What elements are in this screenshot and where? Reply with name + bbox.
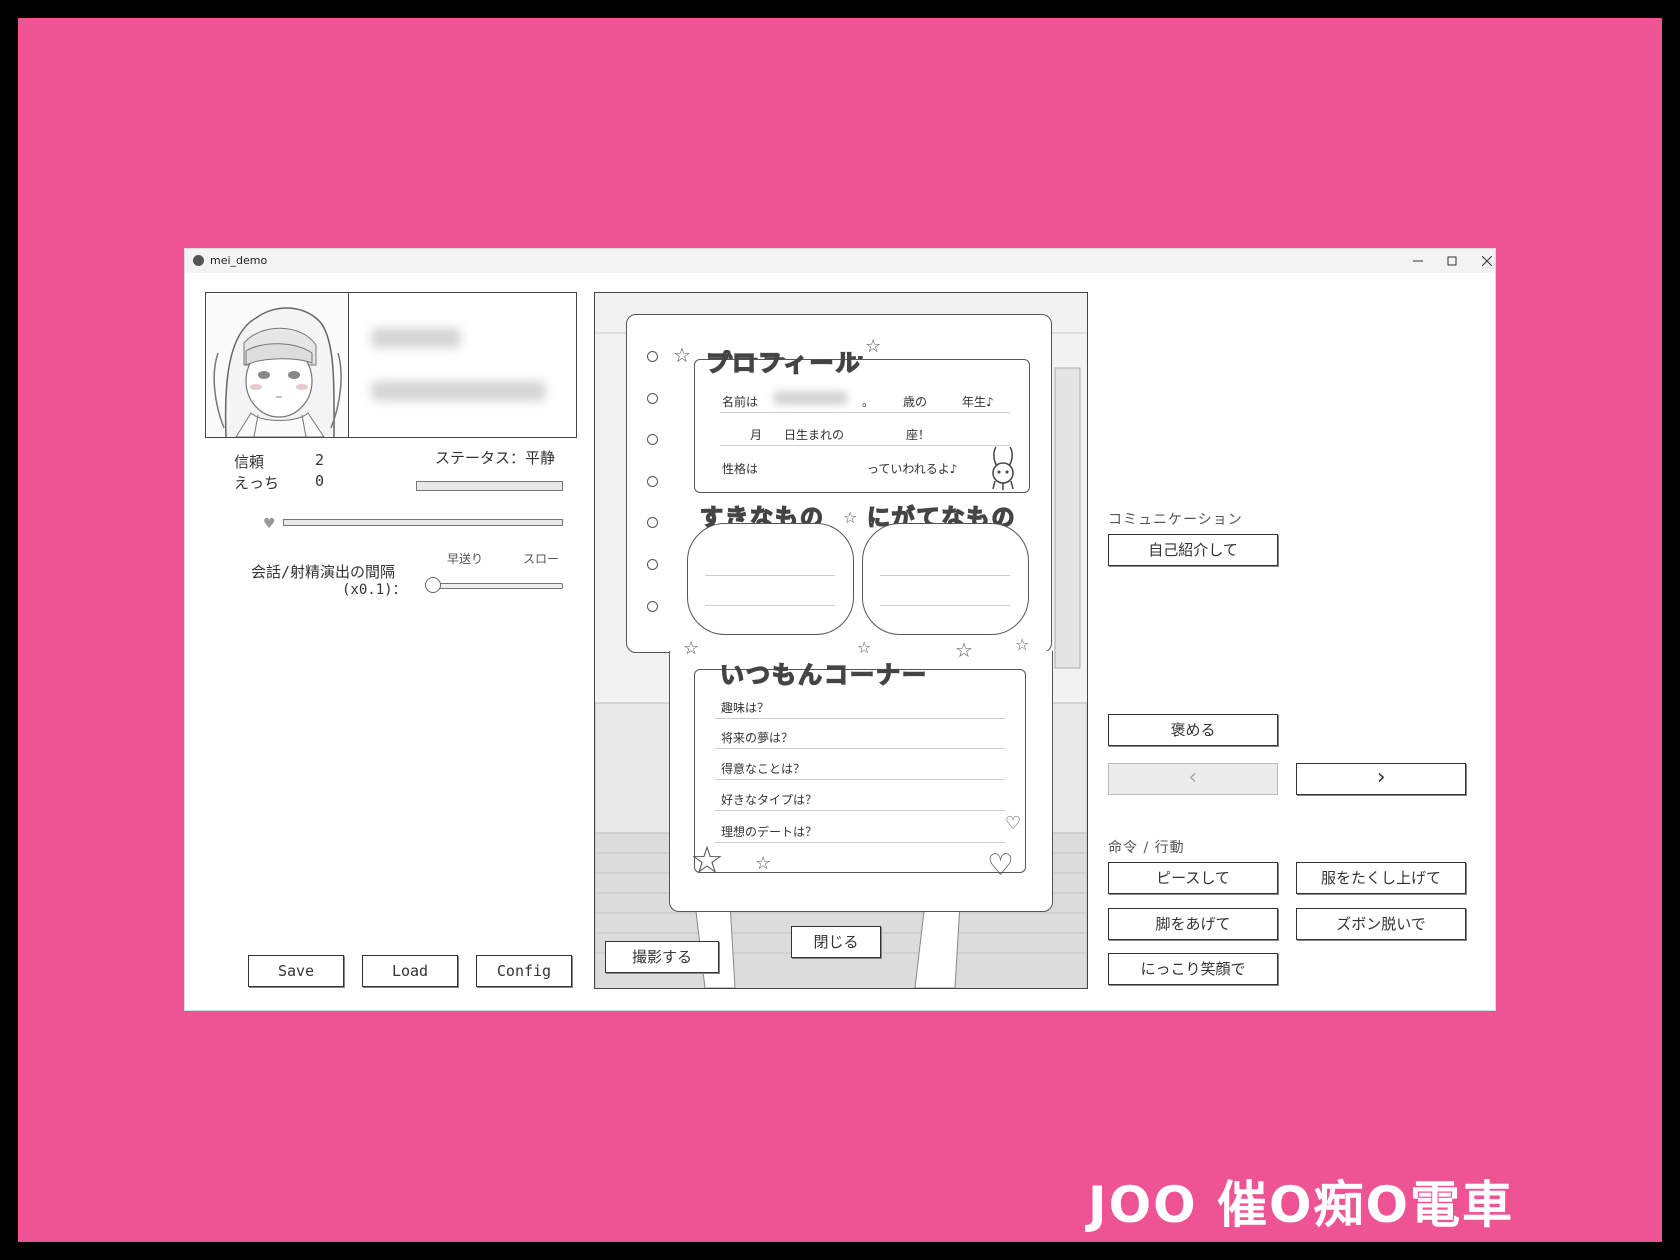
peace-button[interactable]: ピースして (1108, 862, 1278, 894)
heart-icon: ♡ (1005, 813, 1022, 834)
slow-label: スロー (523, 552, 560, 566)
star-icon: ☆ (1015, 635, 1030, 654)
likes-rule (705, 605, 835, 606)
command-label: 命令 / 行動 (1108, 840, 1185, 856)
binder-ring (647, 517, 658, 528)
fast-label: 早送り (447, 552, 484, 566)
name-label: 名前は (722, 395, 759, 409)
corner-rule (715, 718, 1005, 719)
self-intro-button[interactable]: 自己紹介して (1108, 534, 1278, 566)
sign-label: 座！ (906, 428, 931, 442)
heart-icon: ♡ (987, 848, 1014, 883)
profile-scene: プロフィール プロフィール 名前は 。 歳の 年生♪ 月 日生まれの 座！ 性格… (594, 292, 1088, 989)
profile-rule (720, 412, 1010, 413)
smile-button[interactable]: にっこり笑顔で (1108, 953, 1278, 985)
communication-label: コミュニケーション (1108, 512, 1243, 528)
dot: 。 (862, 395, 875, 409)
lift-clothes-button[interactable]: 服をたくし上げて (1296, 862, 1466, 894)
corner-rule (715, 748, 1005, 749)
star-icon: ☆ (755, 853, 772, 874)
trust-label: 信頼 (234, 453, 265, 471)
blurred-name-field (773, 391, 848, 405)
corner-title: いつもんコーナー (719, 660, 928, 690)
grade-label: 年生♪ (962, 395, 994, 409)
star-icon: ☆ (955, 638, 973, 662)
question-type: 好きなタイプは？ (721, 793, 818, 807)
question-hobby: 趣味は？ (721, 701, 770, 715)
next-page-button[interactable]: › (1296, 763, 1466, 795)
raise-legs-button[interactable]: 脚をあげて (1108, 908, 1278, 940)
affection-bar (283, 519, 563, 526)
corner-rule (715, 779, 1005, 780)
profile-title-text: プロフィール (705, 348, 862, 378)
bunny-icon (992, 446, 1014, 490)
promo-watermark: JOO 催O痴O電車 (1088, 1176, 1515, 1234)
star-icon: ☆ (843, 508, 858, 527)
character-card (205, 292, 577, 438)
month-label: 月 (750, 428, 763, 442)
remove-pants-button[interactable]: ズボン脱いで (1296, 908, 1466, 940)
close-icon (1481, 255, 1493, 266)
interval-slider-knob[interactable] (425, 577, 441, 593)
profile-rule (720, 445, 1010, 446)
star-icon: ☆ (865, 336, 882, 357)
praise-button[interactable]: 褒める (1108, 714, 1278, 746)
ecchi-value: 0 (315, 472, 325, 490)
age-label: 歳の (903, 395, 928, 409)
corner-rule (715, 810, 1005, 811)
config-button[interactable]: Config (476, 955, 572, 987)
prev-page-button[interactable]: ‹ (1108, 763, 1278, 795)
ecchi-label: えっち (234, 474, 280, 492)
status-bar (416, 481, 563, 491)
maximize-icon (1447, 256, 1457, 265)
title-bar: mei_demo (185, 249, 1495, 273)
binder-ring (647, 434, 658, 445)
question-date: 理想のデートは？ (721, 825, 818, 839)
likes-box (687, 523, 854, 635)
trust-value: 2 (315, 451, 325, 469)
character-portrait (206, 293, 349, 437)
binder-ring (647, 601, 658, 612)
status-text: ステータス：平静 (435, 449, 556, 467)
dislikes-rule (880, 605, 1010, 606)
corner-rule (715, 842, 1005, 843)
blurred-name (371, 328, 461, 348)
binder-ring (647, 351, 658, 362)
interval-slider[interactable] (429, 583, 563, 589)
likes-rule (705, 575, 835, 576)
binder-ring (647, 393, 658, 404)
minimize-button[interactable] (1399, 249, 1437, 273)
photo-button[interactable]: 撮影する (605, 941, 719, 973)
binder-ring (647, 476, 658, 487)
girl-portrait-image (213, 307, 342, 437)
birth-label: 日生まれの (784, 428, 845, 442)
game-content: 信頼 2 えっち 0 ステータス：平静 ♥ 早送り スロー 会話/射精演出の間隔… (185, 273, 1495, 1010)
heart-icon: ♥ (263, 516, 276, 532)
minimize-icon (1413, 260, 1423, 261)
app-window: mei_demo 信頼 2 えっち 0 ステータス：平静 ♥ 早送り スロー 会… (185, 249, 1495, 1010)
window-title: mei_demo (210, 254, 268, 267)
personality-label: 性格は (722, 462, 759, 476)
app-icon (193, 255, 204, 266)
star-icon: ☆ (673, 343, 691, 367)
dislikes-rule (880, 575, 1010, 576)
star-icon: ☆ (683, 638, 700, 659)
load-button[interactable]: Load (362, 955, 458, 987)
save-button[interactable]: Save (248, 955, 344, 987)
said-label: っていわれるよ♪ (867, 462, 958, 476)
close-window-button[interactable] (1468, 249, 1506, 273)
question-dream: 将来の夢は？ (721, 731, 794, 745)
binder-ring (647, 559, 658, 570)
close-profile-button[interactable]: 閉じる (791, 926, 881, 958)
blurred-info (371, 381, 546, 401)
question-skill: 得意なことは？ (721, 762, 806, 776)
interval-unit: (x0.1)： (342, 582, 407, 598)
maximize-button[interactable] (1433, 249, 1471, 273)
dislikes-box (862, 523, 1029, 635)
star-icon: ☆ (690, 838, 725, 882)
